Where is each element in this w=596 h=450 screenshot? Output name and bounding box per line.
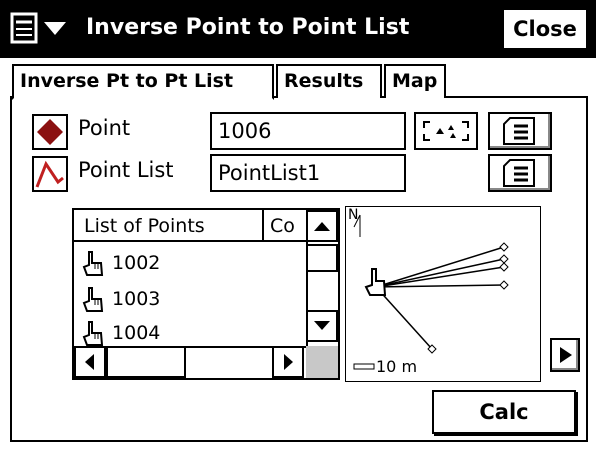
list-icon: [503, 159, 535, 187]
list-icon: [503, 117, 535, 145]
start-menu-button[interactable]: [6, 8, 78, 48]
play-arrow-icon: [560, 347, 572, 363]
list-item[interactable]: 1004: [80, 316, 300, 350]
point-label: Point: [78, 116, 131, 140]
scroll-up-icon: [314, 222, 330, 231]
column-header-code[interactable]: Co: [264, 210, 308, 242]
window-title: Inverse Point to Point List: [86, 15, 410, 40]
map-drawing: [353, 214, 509, 370]
list-item-label: 1002: [112, 252, 161, 274]
scroll-right-icon: [284, 354, 293, 370]
select-from-map-icon: [423, 121, 469, 141]
map-scale-label: 10 m: [376, 357, 418, 376]
horizontal-scroll-thumb[interactable]: [106, 346, 186, 378]
dropdown-arrow-icon: [44, 22, 66, 35]
calc-button[interactable]: Calc: [432, 390, 576, 434]
hand-pointer-icon: [364, 268, 387, 296]
list-item[interactable]: 1003: [80, 282, 300, 316]
point-field[interactable]: 1006: [210, 112, 406, 150]
tab-inverse-pt-to-pt-list[interactable]: Inverse Pt to Pt List: [12, 64, 274, 100]
scroll-down-icon: [314, 321, 330, 330]
map-expand-button[interactable]: [550, 338, 580, 372]
tab-map[interactable]: Map: [384, 64, 446, 98]
tab-results[interactable]: Results: [276, 64, 382, 98]
close-button[interactable]: Close: [502, 8, 588, 50]
select-from-map-button[interactable]: [414, 112, 478, 150]
list-item-label: 1004: [112, 322, 161, 344]
scroll-down-button[interactable]: [306, 310, 338, 342]
north-arrow-label: N: [348, 207, 359, 223]
point-list-button[interactable]: [488, 112, 552, 150]
hand-pointer-icon: [82, 250, 104, 276]
point-list-select-button[interactable]: [488, 154, 552, 192]
points-list[interactable]: List of Points Co 1002 1003 1004: [72, 208, 340, 380]
menu-icon: [10, 12, 66, 44]
hand-pointer-icon: [82, 286, 104, 312]
point-list-label: Point List: [78, 158, 174, 182]
column-header-list-of-points[interactable]: List of Points: [74, 210, 264, 242]
scrollbar-corner: [306, 346, 338, 378]
polyline-icon: [32, 156, 68, 192]
list-item-label: 1003: [112, 288, 161, 310]
list-item[interactable]: 1002: [80, 246, 300, 280]
point-list-field[interactable]: PointList1: [210, 154, 406, 192]
scroll-left-icon: [85, 354, 94, 370]
scroll-up-button[interactable]: [306, 210, 338, 242]
map-preview[interactable]: N 10 m: [345, 206, 541, 382]
scroll-left-button[interactable]: [74, 346, 106, 378]
scroll-right-button[interactable]: [272, 346, 304, 378]
point-icon: [32, 114, 68, 150]
scroll-thumb[interactable]: [306, 244, 338, 272]
hand-pointer-icon: [82, 320, 104, 346]
